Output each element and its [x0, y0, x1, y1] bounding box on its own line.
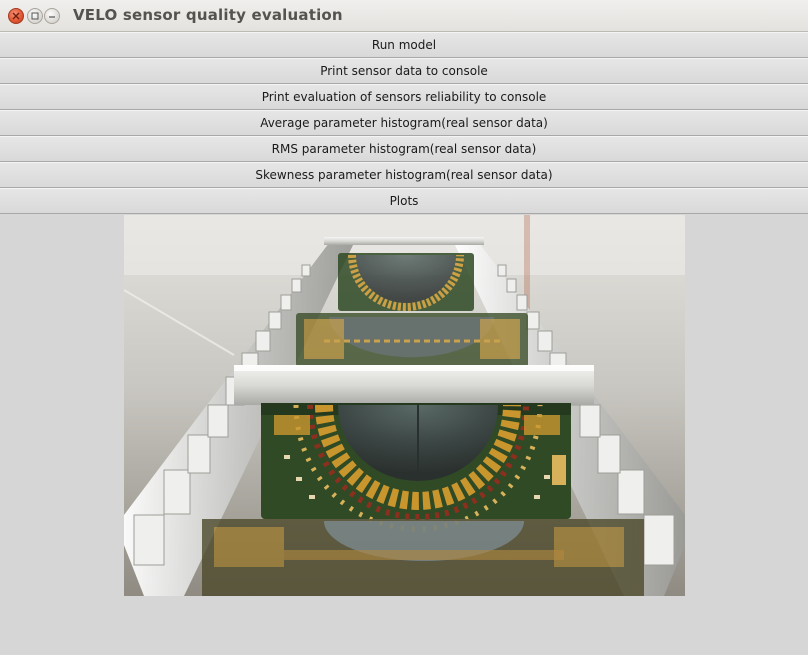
action-button-list: Run model Print sensor data to console P… — [0, 32, 808, 214]
plots-button[interactable]: Plots — [0, 188, 808, 214]
skewness-histogram-button[interactable]: Skewness parameter histogram(real sensor… — [0, 162, 808, 188]
close-button[interactable] — [8, 8, 24, 24]
minimize-button[interactable] — [44, 8, 60, 24]
velo-detector-photo — [124, 215, 685, 596]
maximize-button[interactable] — [27, 8, 43, 24]
close-icon — [12, 12, 20, 20]
window-title: VELO sensor quality evaluation — [73, 6, 343, 24]
title-bar[interactable]: VELO sensor quality evaluation — [0, 0, 808, 32]
application-window: VELO sensor quality evaluation Run model… — [0, 0, 808, 655]
run-model-button[interactable]: Run model — [0, 32, 808, 58]
maximize-icon — [31, 12, 39, 20]
minimize-icon — [49, 16, 55, 18]
average-histogram-button[interactable]: Average parameter histogram(real sensor … — [0, 110, 808, 136]
rms-histogram-button[interactable]: RMS parameter histogram(real sensor data… — [0, 136, 808, 162]
print-sensor-data-button[interactable]: Print sensor data to console — [0, 58, 808, 84]
print-reliability-evaluation-button[interactable]: Print evaluation of sensors reliability … — [0, 84, 808, 110]
